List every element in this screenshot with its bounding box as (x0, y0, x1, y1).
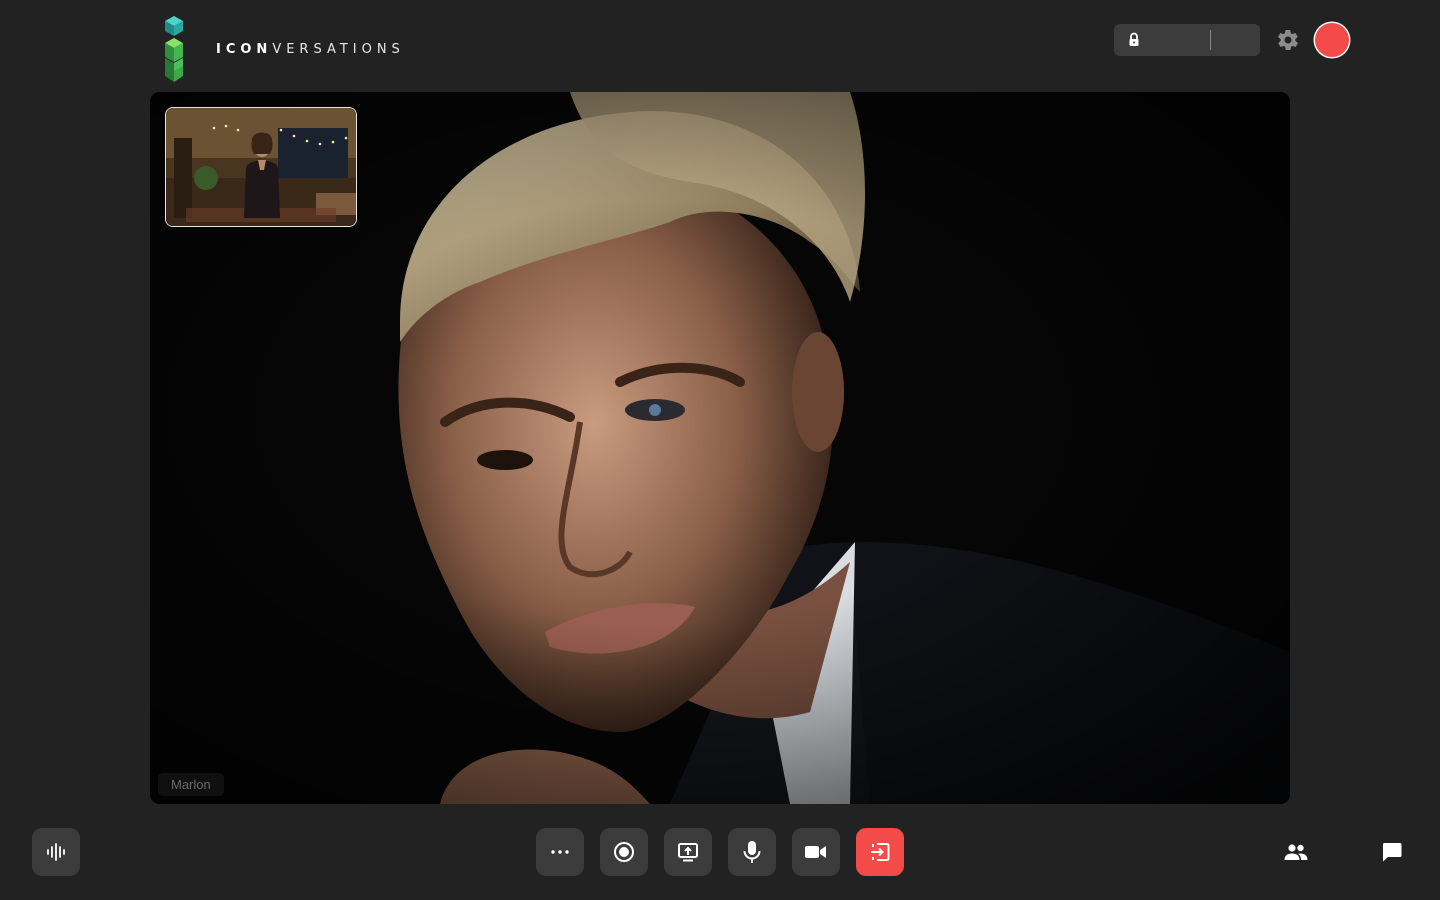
brand-wordmark: ICONVERSATIONS (216, 42, 405, 57)
more-options-button[interactable] (536, 828, 584, 876)
main-video-stage: Marlon (150, 92, 1290, 804)
video-call-app: ICONVERSATIONS Marlon (0, 0, 1440, 900)
local-participant-video (166, 108, 356, 226)
user-avatar[interactable] (1315, 23, 1349, 57)
camera-button[interactable] (792, 828, 840, 876)
record-icon (614, 842, 634, 862)
microphone-icon (743, 841, 761, 863)
lock-icon (1129, 32, 1139, 46)
participant-name-tag: Marlon (158, 773, 224, 796)
brand-light-part: VERSATIONS (272, 41, 405, 57)
self-view-video[interactable] (165, 107, 357, 227)
leave-call-button[interactable] (856, 828, 904, 876)
copy-room-button[interactable] (1214, 24, 1260, 56)
record-button[interactable] (600, 828, 648, 876)
exit-icon (871, 843, 890, 861)
share-screen-button[interactable] (664, 828, 712, 876)
video-camera-icon (805, 846, 826, 858)
microphone-button[interactable] (728, 828, 776, 876)
gear-icon[interactable] (1276, 28, 1300, 52)
room-pill-divider (1210, 30, 1211, 50)
share-screen-icon (678, 843, 698, 862)
iconversations-logo-icon (165, 16, 183, 82)
participants-button[interactable] (1272, 828, 1320, 876)
brand-bold-part: ICON (216, 41, 273, 57)
more-dots-icon (551, 850, 569, 854)
room-id-field[interactable] (1114, 24, 1260, 56)
brand-logo: ICONVERSATIONS (164, 16, 405, 82)
waveform-icon (47, 843, 65, 861)
chat-button[interactable] (1368, 828, 1416, 876)
people-icon (1284, 844, 1308, 860)
audio-visualizer-button[interactable] (32, 828, 80, 876)
chat-bubble-icon (1382, 843, 1402, 862)
